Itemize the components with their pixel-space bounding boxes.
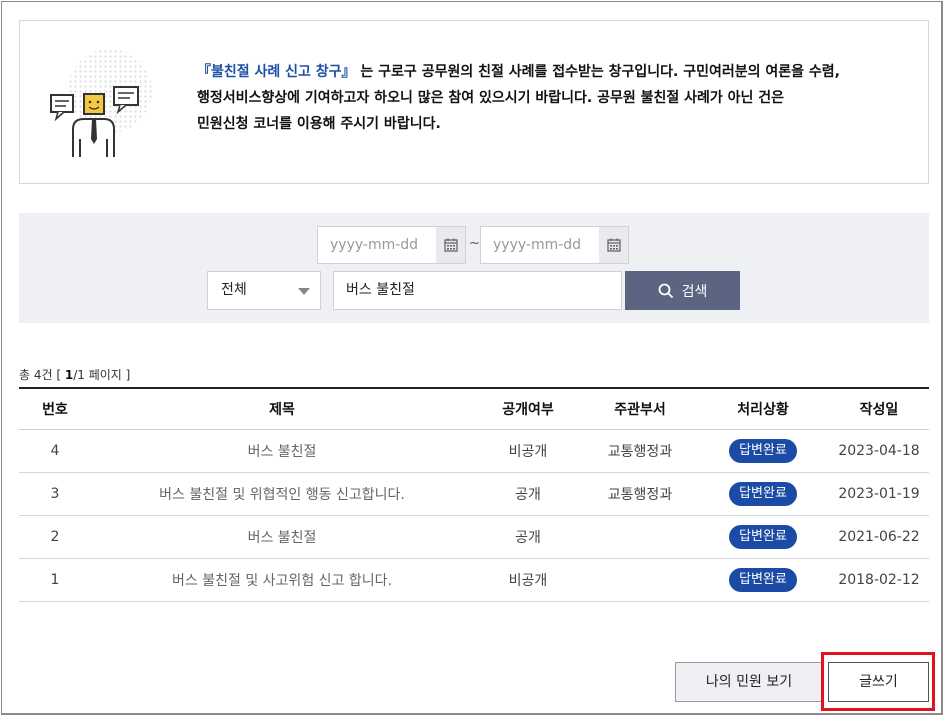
calendar-icon [606,238,621,252]
status-badge: 답변완료 [729,482,797,506]
intro-description: 『불친절 사례 신고 창구』 는 구로구 공무원의 친절 사례를 접수받는 창구… [197,59,917,137]
row-status: 답변완료 [697,472,829,516]
row-no: 4 [19,429,91,473]
keyword-input[interactable]: 버스 불친절 [333,271,622,310]
row-no: 3 [19,472,91,516]
complaint-table: 번호 제목 공개여부 주관부서 처리상황 작성일 4 버스 불친절 비공개 교통… [19,387,929,602]
status-badge: 답변완료 [729,568,797,592]
row-date: 2023-01-19 [829,472,929,516]
table-row[interactable]: 4 버스 불친절 비공개 교통행정과 답변완료 2023-04-18 [19,429,929,473]
row-title-link[interactable]: 버스 불친절 및 위협적인 행동 신고합니다. [91,472,473,516]
status-badge: 답변완료 [729,439,797,463]
calendar-icon [443,238,458,252]
intro-box: 『불친절 사례 신고 창구』 는 구로구 공무원의 친절 사례를 접수받는 창구… [19,20,929,184]
row-date: 2018-02-12 [829,558,929,602]
row-public: 비공개 [473,558,583,602]
table-header-row: 번호 제목 공개여부 주관부서 처리상황 작성일 [19,387,929,430]
table-row[interactable]: 3 버스 불친절 및 위협적인 행동 신고합니다. 공개 교통행정과 답변완료 … [19,472,929,516]
my-petitions-button[interactable]: 나의 민원 보기 [675,662,823,702]
row-status: 답변완료 [697,558,829,602]
row-title-link[interactable]: 버스 불친절 및 사고위험 신고 합니다. [91,558,473,602]
row-dept [583,515,697,559]
row-no: 1 [19,558,91,602]
row-dept: 교통행정과 [583,472,697,516]
row-no: 2 [19,515,91,559]
header-public: 공개여부 [473,387,583,430]
row-public: 공개 [473,515,583,559]
search-button-label: 검색 [681,283,708,300]
write-button[interactable]: 글쓰기 [828,662,929,702]
date-range-separator: ~ [469,236,480,251]
intro-line-3: 민원신청 코너를 이용해 주시기 바랍니다. [197,116,441,132]
search-panel: yyyy-mm-dd ~ yyyy-mm-dd 전체 버스 불친절 검색 [19,213,929,323]
date-to-input[interactable]: yyyy-mm-dd [480,226,600,264]
intro-line-1: 는 구로구 공무원의 친절 사례를 접수받는 창구입니다. 구민여러분의 여론을… [355,64,840,80]
header-status: 처리상황 [697,387,829,430]
row-status: 답변완료 [697,515,829,559]
row-dept [583,558,697,602]
intro-highlight: 『불친절 사례 신고 창구』 [197,64,356,80]
complaint-person-icon [50,49,152,157]
intro-line-2: 행정서비스향상에 기여하고자 하오니 많은 참여 있으시기 바랍니다. 공무원 … [197,90,785,106]
date-from-calendar-button[interactable] [436,226,466,264]
row-dept: 교통행정과 [583,429,697,473]
header-dept: 주관부서 [583,387,697,430]
row-title-link[interactable]: 버스 불친절 [91,515,473,559]
chevron-down-icon [298,288,310,295]
search-button[interactable]: 검색 [625,271,740,310]
row-title-link[interactable]: 버스 불친절 [91,429,473,473]
search-icon [658,283,673,298]
row-status: 답변완료 [697,429,829,473]
row-date: 2021-06-22 [829,515,929,559]
date-to-calendar-button[interactable] [599,226,629,264]
current-page: 1 [64,368,74,382]
table-row[interactable]: 2 버스 불친절 공개 답변완료 2021-06-22 [19,515,929,559]
category-select-value: 전체 [221,282,247,298]
header-no: 번호 [19,387,91,430]
date-from-input[interactable]: yyyy-mm-dd [317,226,437,264]
header-title: 제목 [91,387,473,430]
table-row[interactable]: 1 버스 불친절 및 사고위험 신고 합니다. 비공개 답변완료 2018-02… [19,558,929,602]
row-date: 2023-04-18 [829,429,929,473]
result-summary: 총 4건 [ 1/1 페이지 ] [19,368,131,382]
category-select[interactable]: 전체 [207,271,321,310]
row-public: 공개 [473,472,583,516]
header-date: 작성일 [829,387,929,430]
status-badge: 답변완료 [729,525,797,549]
row-public: 비공개 [473,429,583,473]
